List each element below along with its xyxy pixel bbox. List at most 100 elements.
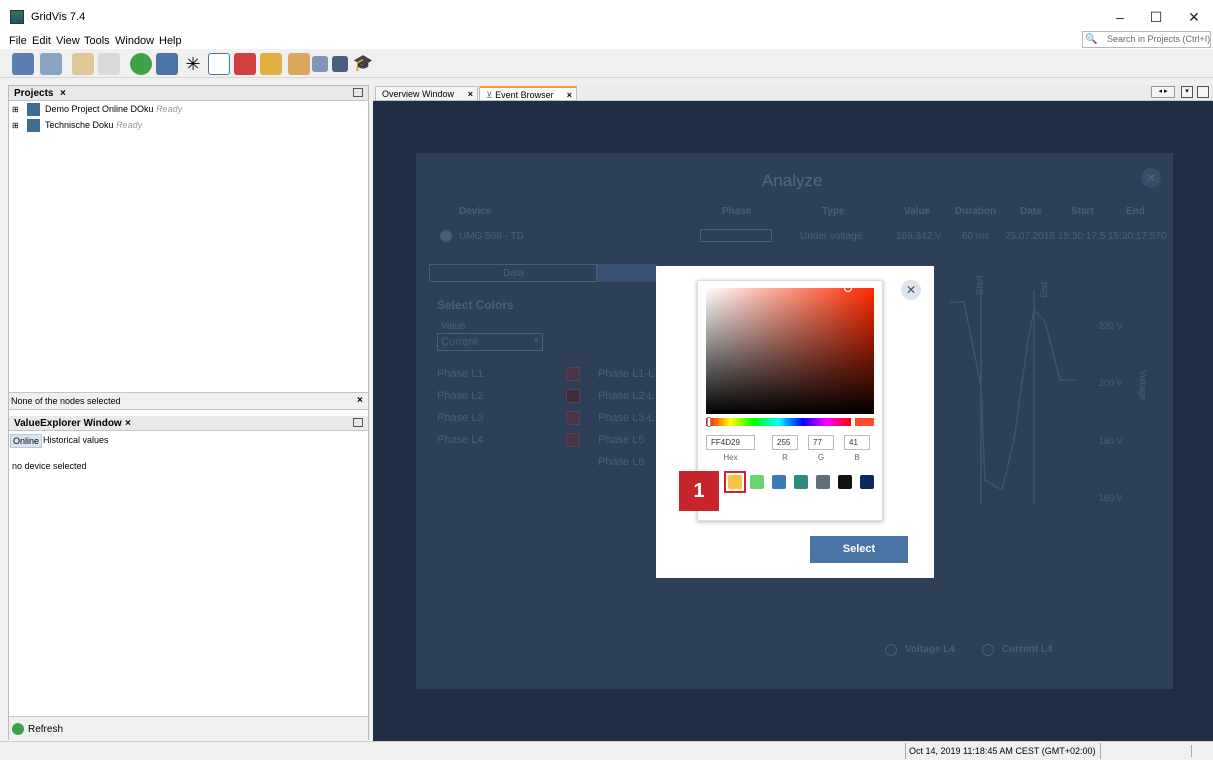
analyze-title: Analyze	[762, 171, 823, 190]
graduation-cap-icon[interactable]: 🎓	[352, 53, 374, 75]
row-duration: 60 ms	[962, 231, 990, 242]
column-type: Type	[822, 206, 845, 217]
column-phase: Phase	[722, 206, 752, 217]
maximize-button[interactable]: ☐	[1146, 8, 1166, 26]
download-icon[interactable]	[156, 53, 178, 75]
window-title: GridVis 7.4	[31, 11, 86, 23]
scroll-tabs-icon[interactable]: ◂ ▸	[1151, 86, 1175, 98]
row-end: 15:30:17:570	[1108, 231, 1167, 242]
legend-current-icon	[982, 644, 994, 656]
menu-help[interactable]: Help	[159, 35, 182, 47]
column-duration: Duration	[955, 206, 997, 217]
phase-l2-color[interactable]	[566, 389, 580, 403]
saturation-handle[interactable]	[844, 284, 852, 292]
row-start: 15:30:17.5	[1058, 231, 1106, 242]
dim-chart	[950, 290, 1075, 505]
hue-handle[interactable]	[707, 417, 711, 427]
menu-edit[interactable]: Edit	[32, 35, 51, 47]
r-field[interactable]: 255	[772, 435, 798, 450]
hue-slider[interactable]	[706, 418, 851, 426]
tree-item[interactable]: Demo Project Online DOku Ready	[45, 104, 182, 114]
report-icon[interactable]	[234, 53, 256, 75]
tree-item[interactable]: Technische Doku Ready	[45, 120, 142, 130]
saturation-area[interactable]	[706, 288, 874, 414]
expand-icon[interactable]: ⊞	[12, 121, 19, 130]
user-icon[interactable]	[288, 53, 310, 75]
swatch-black[interactable]	[838, 475, 852, 489]
minimize-panel-icon[interactable]	[353, 418, 363, 427]
tab-active[interactable]	[597, 264, 657, 282]
chevron-down-icon[interactable]: ▾	[1181, 86, 1193, 98]
refresh-online-icon[interactable]	[130, 53, 152, 75]
legend-voltage-l4[interactable]: Voltage L4	[905, 644, 955, 655]
row-type: Under voltage	[800, 231, 863, 242]
projects-panel	[8, 85, 369, 740]
redo-icon[interactable]	[98, 53, 120, 75]
title-bar	[0, 0, 1213, 32]
hex-label: Hex	[723, 453, 738, 462]
device-icon[interactable]	[312, 56, 328, 72]
close-button[interactable]: ✕	[1184, 8, 1204, 26]
column-end: End	[1126, 206, 1145, 217]
project-icon	[27, 103, 40, 116]
column-value: Value	[904, 206, 931, 217]
menu-view[interactable]: View	[56, 35, 80, 47]
column-device: Device	[459, 206, 492, 217]
hex-field[interactable]: FF4D29	[706, 435, 755, 450]
value-label: Value	[441, 321, 466, 332]
topology-icon[interactable]: ✳	[182, 53, 204, 75]
tab-projects[interactable]: Projects	[14, 88, 53, 99]
legend-current-l4[interactable]: Current L4	[1002, 644, 1053, 655]
g-field[interactable]: 77	[808, 435, 834, 450]
tab-online[interactable]: Online	[10, 434, 43, 448]
expand-icon[interactable]: ⊞	[12, 105, 19, 114]
refresh-button[interactable]: Refresh	[28, 724, 63, 735]
menu-tools[interactable]: Tools	[84, 35, 110, 47]
menu-file[interactable]: File	[9, 35, 27, 47]
swatch-blue[interactable]	[772, 475, 786, 489]
search-input[interactable]: Search in Projects (Ctrl+I)	[1082, 31, 1211, 48]
value-select[interactable]: Current ▾	[437, 333, 543, 351]
phase-l4-color[interactable]	[566, 433, 580, 447]
search-icon[interactable]: 🔍	[1085, 34, 1097, 45]
select-button[interactable]: Select	[810, 536, 908, 563]
close-icon[interactable]: ×	[357, 395, 363, 406]
close-icon[interactable]: ✕	[901, 280, 921, 300]
y-label-220: 220 V	[1099, 321, 1123, 331]
tab-overview-window[interactable]: Overview Window ×	[375, 86, 478, 101]
save-icon[interactable]	[332, 56, 348, 72]
menu-window[interactable]: Window	[115, 35, 154, 47]
tab-value-explorer[interactable]: ValueExplorer Window	[14, 418, 122, 429]
refresh-icon	[12, 723, 24, 735]
swatch-navy[interactable]	[860, 475, 874, 489]
swatch-teal[interactable]	[794, 475, 808, 489]
graph-icon[interactable]	[208, 53, 230, 75]
status-divider	[1191, 745, 1192, 757]
minimize-button[interactable]: –	[1110, 8, 1130, 26]
swatch-green[interactable]	[750, 475, 764, 489]
swatch-gray[interactable]	[816, 475, 830, 489]
restore-window-icon[interactable]	[1197, 86, 1209, 98]
step-badge: 1	[679, 471, 719, 511]
end-marker-label: End	[1039, 281, 1050, 299]
status-datetime: Oct 14, 2019 11:18:45 AM CEST (GMT+02:00…	[905, 743, 1101, 759]
start-marker-label: Start	[974, 275, 985, 295]
close-icon[interactable]: ×	[60, 88, 66, 99]
minimize-panel-icon[interactable]	[353, 88, 363, 97]
phase-l3-l-label: Phase L3-L	[598, 412, 655, 424]
close-icon[interactable]: ✕	[1141, 168, 1161, 188]
new-project-icon[interactable]	[12, 53, 34, 75]
legend-voltage-icon	[885, 644, 897, 656]
phase-l1-color[interactable]	[566, 367, 580, 381]
tools-icon[interactable]	[260, 53, 282, 75]
y-label-180: 180 V	[1099, 436, 1123, 446]
close-icon[interactable]: ×	[125, 418, 131, 429]
undo-icon[interactable]	[72, 53, 94, 75]
tab-historical-values[interactable]: Historical values	[43, 435, 109, 445]
b-field[interactable]: 41	[844, 435, 870, 450]
phase-l3-color[interactable]	[566, 411, 580, 425]
tab-data-label: Data	[503, 268, 525, 279]
tab-event-browser[interactable]: ⊻ Event Browser ×	[479, 86, 577, 101]
r-label: R	[782, 453, 788, 462]
open-project-icon[interactable]	[40, 53, 62, 75]
